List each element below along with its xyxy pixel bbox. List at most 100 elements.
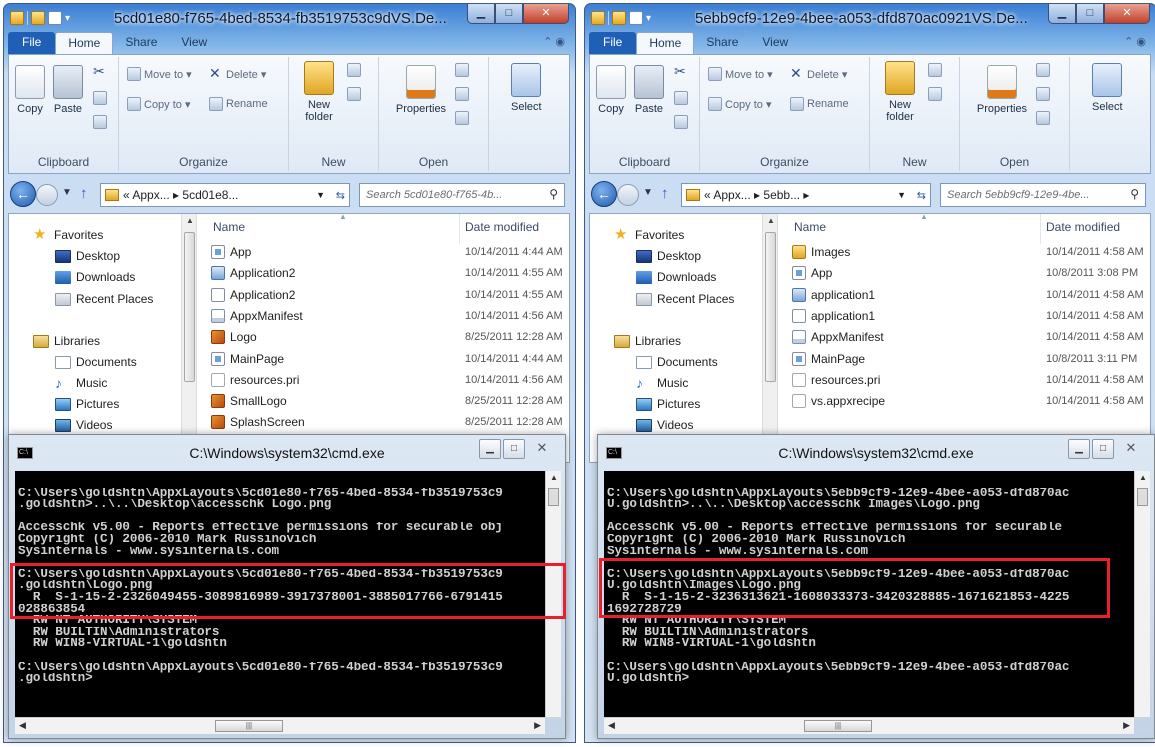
minimize-button[interactable]: ▁ (1048, 4, 1076, 24)
forward-button[interactable] (617, 184, 639, 206)
column-header-name[interactable]: Name (213, 220, 245, 234)
search-input[interactable]: Search 5cd01e80-f765-4b... ⚲ (359, 183, 565, 207)
console-horizontal-scrollbar[interactable]: ◀ ||| ▶ (604, 717, 1134, 734)
nav-documents[interactable]: Documents (636, 355, 718, 369)
nav-music[interactable]: ♪ Music (55, 376, 107, 391)
tab-view[interactable]: View (750, 32, 800, 54)
file-row[interactable]: application1 10/14/2011 4:58 AM (778, 306, 1150, 327)
cmd-close-button[interactable]: ✕ (1116, 439, 1146, 459)
nav-pictures[interactable]: Pictures (636, 397, 700, 411)
new-folder-button[interactable]: New folder (880, 61, 920, 123)
copy-to-button[interactable]: Copy to ▾ (127, 97, 191, 111)
open-button[interactable] (1036, 63, 1050, 77)
nav-libraries[interactable]: Libraries (614, 334, 681, 348)
cmd-maximize-button[interactable]: □ (1092, 439, 1114, 459)
history-button[interactable] (455, 111, 469, 125)
nav-recent-places[interactable]: Recent Places (55, 292, 153, 306)
close-button[interactable]: ✕ (523, 4, 569, 24)
scrollbar-thumb[interactable] (765, 232, 776, 382)
quick-access-properties-icon[interactable] (48, 11, 62, 25)
delete-button[interactable]: ✕ Delete ▾ (209, 66, 266, 81)
scrollbar-thumb[interactable] (548, 488, 559, 506)
rename-button[interactable]: Rename (209, 97, 268, 111)
up-arrow-icon[interactable]: ↑ (661, 185, 669, 202)
column-header-date[interactable]: Date modified (1046, 220, 1120, 234)
quick-access-dropdown-icon[interactable]: ▾ (65, 13, 70, 24)
copy-button[interactable]: Copy (15, 65, 45, 115)
paste-shortcut-button[interactable] (674, 115, 688, 129)
properties-button[interactable]: Properties (976, 65, 1028, 115)
file-row[interactable]: application1 10/14/2011 4:58 AM (778, 285, 1150, 306)
file-row[interactable]: App 10/8/2011 3:08 PM (778, 263, 1150, 284)
move-to-button[interactable]: Move to ▾ (708, 67, 773, 81)
address-bar[interactable]: « Appx... ▸ 5ebb... ▸ ▼ ⇆ (681, 183, 931, 207)
rename-button[interactable]: Rename (790, 97, 849, 111)
tab-home[interactable]: Home (55, 32, 114, 54)
history-button[interactable] (1036, 111, 1050, 125)
column-header-date[interactable]: Date modified (465, 220, 539, 234)
help-icon[interactable]: ⌃ ◉ (1124, 35, 1146, 48)
easy-access-button[interactable] (928, 87, 942, 101)
search-icon[interactable]: ⚲ (1130, 187, 1139, 201)
file-row[interactable]: Images 10/14/2011 4:58 AM (778, 242, 1150, 263)
file-row[interactable]: resources.pri 10/14/2011 4:56 AM (197, 370, 569, 391)
column-header-name[interactable]: Name (794, 220, 826, 234)
move-to-button[interactable]: Move to ▾ (127, 67, 192, 81)
open-button[interactable] (455, 63, 469, 77)
nav-favorites[interactable]: ★ Favorites (33, 227, 103, 243)
copy-button[interactable]: Copy (596, 65, 626, 115)
tab-share[interactable]: Share (694, 32, 750, 54)
file-row[interactable]: Application2 10/14/2011 4:55 AM (197, 285, 569, 306)
cmd-title-bar[interactable]: C:\ C:\Windows\system32\cmd.exe ▁ □ ✕ (9, 435, 565, 471)
scrollbar-thumb[interactable] (1137, 488, 1148, 506)
nav-desktop[interactable]: Desktop (55, 249, 120, 263)
copy-to-button[interactable]: Copy to ▾ (708, 97, 772, 111)
nav-recent-places[interactable]: Recent Places (636, 292, 734, 306)
tab-file[interactable]: File (8, 32, 56, 54)
nav-libraries[interactable]: Libraries (33, 334, 100, 348)
cmd-title-bar[interactable]: C:\ C:\Windows\system32\cmd.exe ▁ □ ✕ (598, 435, 1154, 471)
file-row[interactable]: vs.appxrecipe 10/14/2011 4:58 AM (778, 391, 1150, 412)
scroll-up-arrow-icon[interactable]: ▲ (1139, 473, 1147, 482)
maximize-button[interactable]: □ (1076, 4, 1104, 24)
close-button[interactable]: ✕ (1104, 4, 1150, 24)
tab-share[interactable]: Share (113, 32, 169, 54)
cut-button[interactable]: ✂ (93, 64, 107, 79)
scroll-right-arrow-icon[interactable]: ▶ (1123, 720, 1130, 731)
minimize-button[interactable]: ▁ (467, 4, 495, 24)
recent-locations-dropdown-icon[interactable]: ▼ (62, 187, 72, 198)
tab-home[interactable]: Home (636, 32, 695, 54)
file-row[interactable]: resources.pri 10/14/2011 4:58 AM (778, 370, 1150, 391)
up-arrow-icon[interactable]: ↑ (80, 185, 88, 202)
nav-videos[interactable]: Videos (55, 418, 112, 432)
new-item-button[interactable] (928, 63, 942, 77)
cmd-minimize-button[interactable]: ▁ (479, 439, 501, 459)
select-button[interactable]: Select (1092, 63, 1123, 113)
easy-access-button[interactable] (347, 87, 361, 101)
cmd-close-button[interactable]: ✕ (527, 439, 557, 459)
file-row[interactable]: SmallLogo 8/25/2011 12:28 AM (197, 391, 569, 412)
navigation-pane-scrollbar[interactable]: ▲ (181, 214, 197, 462)
refresh-icon[interactable]: ⇆ (336, 189, 345, 202)
nav-music[interactable]: ♪ Music (636, 376, 688, 391)
help-icon[interactable]: ⌃ ◉ (543, 35, 565, 48)
file-row[interactable]: MainPage 10/8/2011 3:11 PM (778, 349, 1150, 370)
nav-videos[interactable]: Videos (636, 418, 693, 432)
address-dropdown-icon[interactable]: ▼ (897, 190, 906, 200)
quick-access-folder-icon[interactable] (31, 11, 45, 25)
back-button[interactable]: ← (10, 181, 36, 207)
new-item-button[interactable] (347, 63, 361, 77)
delete-button[interactable]: ✕ Delete ▾ (790, 66, 847, 81)
paste-button[interactable]: Paste (53, 65, 83, 115)
edit-button[interactable] (1036, 87, 1050, 101)
scroll-up-arrow-icon[interactable]: ▲ (186, 216, 194, 225)
file-row[interactable]: Application2 10/14/2011 4:55 AM (197, 263, 569, 284)
cut-button[interactable]: ✂ (674, 64, 688, 79)
quick-access-dropdown-icon[interactable]: ▾ (646, 13, 651, 24)
cmd-minimize-button[interactable]: ▁ (1068, 439, 1090, 459)
forward-button[interactable] (36, 184, 58, 206)
edit-button[interactable] (455, 87, 469, 101)
file-row[interactable]: Logo 8/25/2011 12:28 AM (197, 327, 569, 348)
copy-path-button[interactable] (674, 91, 688, 105)
column-divider[interactable] (459, 214, 460, 244)
